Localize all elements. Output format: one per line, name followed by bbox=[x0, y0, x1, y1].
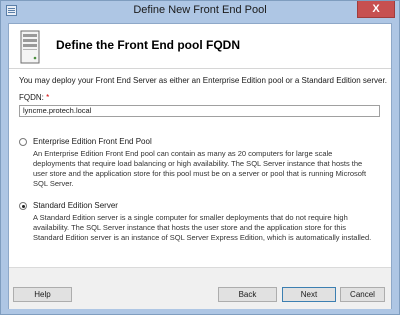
window-title: Define New Front End Pool bbox=[133, 4, 267, 16]
enterprise-edition-radio[interactable] bbox=[19, 138, 27, 146]
server-icon bbox=[20, 30, 40, 64]
title-bar[interactable]: Define New Front End Pool X bbox=[1, 1, 399, 21]
standard-edition-label[interactable]: Standard Edition Server bbox=[33, 201, 118, 210]
dialog-client-area: Define the Front End pool FQDN You may d… bbox=[8, 23, 392, 309]
description-line: A Standard Edition server is a single co… bbox=[33, 213, 348, 222]
enterprise-edition-description: An Enterprise Edition Front End pool can… bbox=[33, 149, 377, 189]
page-header: Define the Front End pool FQDN bbox=[9, 24, 391, 69]
help-button[interactable]: Help bbox=[13, 287, 72, 302]
next-button[interactable]: Next bbox=[282, 287, 336, 302]
fqdn-input[interactable]: lyncme.protech.local bbox=[19, 105, 380, 117]
intro-text: You may deploy your Front End Server as … bbox=[19, 76, 387, 85]
description-line: availability. The SQL Server instance th… bbox=[33, 223, 346, 232]
standard-edition-description: A Standard Edition server is a single co… bbox=[33, 213, 377, 243]
description-line: SQL Server. bbox=[33, 179, 74, 188]
close-button[interactable]: X bbox=[357, 1, 395, 18]
description-line: user store and the application store for… bbox=[33, 169, 367, 178]
cancel-button[interactable]: Cancel bbox=[340, 287, 385, 302]
description-line: Standard Edition server is an instance o… bbox=[33, 233, 372, 242]
button-bar: Help Back Next Cancel bbox=[9, 267, 391, 309]
standard-edition-radio[interactable] bbox=[19, 202, 27, 210]
page-title: Define the Front End pool FQDN bbox=[56, 38, 240, 52]
enterprise-edition-label[interactable]: Enterprise Edition Front End Pool bbox=[33, 137, 152, 146]
required-indicator: * bbox=[46, 93, 50, 102]
page-body: You may deploy your Front End Server as … bbox=[9, 69, 391, 267]
description-line: An Enterprise Edition Front End pool can… bbox=[33, 149, 333, 158]
back-button[interactable]: Back bbox=[218, 287, 277, 302]
dialog-window: Define New Front End Pool X Define the F… bbox=[0, 0, 400, 315]
fqdn-label-text: FQDN: bbox=[19, 93, 44, 102]
fqdn-label: FQDN: * bbox=[19, 93, 49, 102]
description-line: deployments that require load balancing … bbox=[33, 159, 363, 168]
